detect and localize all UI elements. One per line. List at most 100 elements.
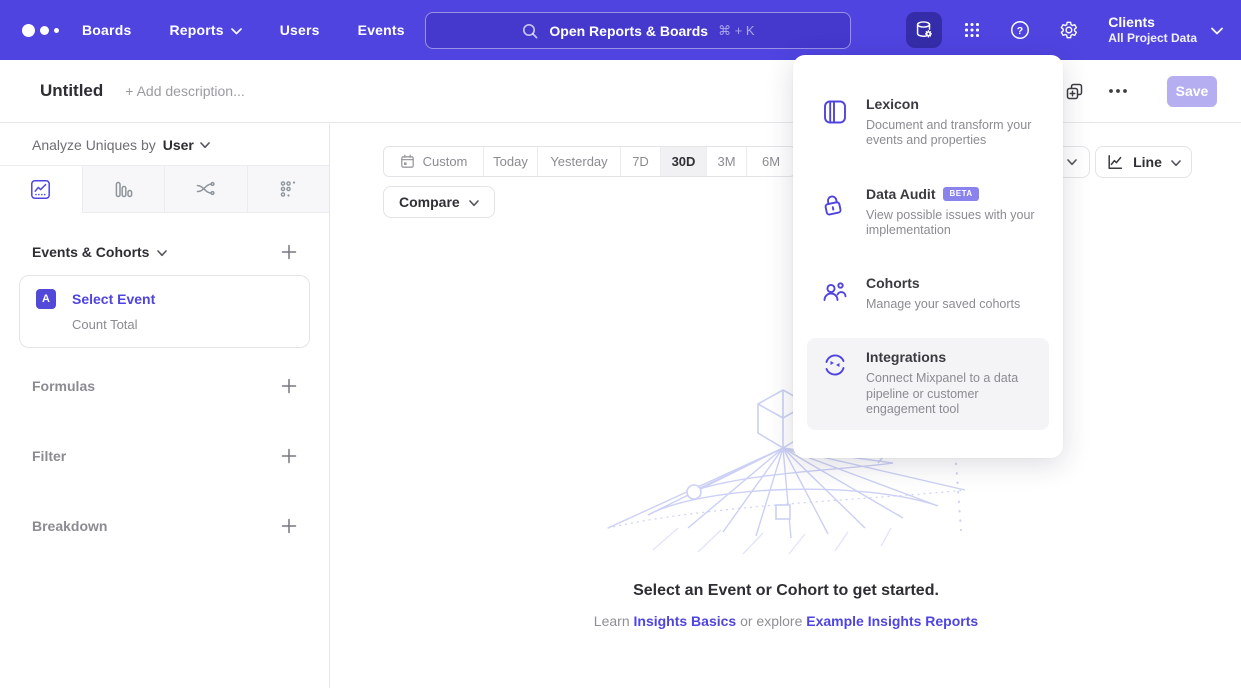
top-navbar: Boards Reports Users Events Open Reports… bbox=[0, 0, 1241, 60]
date-range-6m[interactable]: 6M bbox=[747, 147, 795, 176]
event-aggregation-dropdown[interactable]: Count Total bbox=[72, 317, 293, 332]
database-gear-icon bbox=[913, 19, 935, 41]
lexicon-book-icon bbox=[821, 98, 849, 126]
filter-label: Filter bbox=[32, 448, 66, 464]
analyze-entity-value: User bbox=[163, 137, 194, 153]
plus-icon bbox=[281, 448, 297, 464]
example-reports-link[interactable]: Example Insights Reports bbox=[806, 613, 978, 629]
add-event-button[interactable] bbox=[279, 242, 299, 262]
add-filter-button[interactable] bbox=[279, 446, 299, 466]
menu-item-description: Connect Mixpanel to a data pipeline or c… bbox=[866, 371, 1035, 417]
mixpanel-logo[interactable] bbox=[22, 24, 68, 37]
date-range-label: 7D bbox=[632, 154, 649, 169]
formulas-section[interactable]: Formulas bbox=[0, 372, 329, 400]
select-event-button[interactable]: Select Event bbox=[72, 291, 155, 307]
date-range-custom[interactable]: Custom bbox=[384, 147, 484, 176]
search-shortcut: ⌘ + K bbox=[718, 23, 755, 39]
tab-flow-chart[interactable] bbox=[165, 166, 248, 212]
bar-chart-icon bbox=[113, 179, 134, 200]
settings-button[interactable] bbox=[1050, 12, 1086, 48]
chevron-down-icon bbox=[1211, 27, 1223, 35]
formulas-label: Formulas bbox=[32, 378, 95, 394]
report-title[interactable]: Untitled bbox=[40, 81, 103, 101]
save-button[interactable]: Save bbox=[1167, 76, 1217, 107]
filter-section[interactable]: Filter bbox=[0, 442, 329, 470]
integrations-sync-icon bbox=[821, 351, 849, 379]
org-name: Clients bbox=[1108, 14, 1197, 32]
nav-item-label: Events bbox=[358, 22, 405, 38]
cohorts-people-icon bbox=[821, 277, 849, 305]
date-range-label: 30D bbox=[672, 154, 696, 169]
plus-icon bbox=[281, 518, 297, 534]
grid-icon bbox=[961, 19, 983, 41]
date-range-label: 6M bbox=[762, 154, 780, 169]
data-audit-lock-icon bbox=[816, 188, 849, 221]
project-switcher[interactable]: Clients All Project Data bbox=[1108, 14, 1223, 47]
date-range-control: Custom Today Yesterday 7D 30D 3M 6M bbox=[383, 146, 796, 177]
help-button[interactable]: ? bbox=[1002, 12, 1038, 48]
tab-metrics-grid[interactable] bbox=[248, 166, 330, 212]
tab-bar-chart[interactable] bbox=[83, 166, 166, 212]
data-management-button[interactable] bbox=[906, 12, 942, 48]
compare-dropdown[interactable]: Compare bbox=[383, 186, 495, 218]
compare-label: Compare bbox=[399, 194, 460, 210]
chevron-down-icon bbox=[469, 200, 479, 207]
chevron-down-icon bbox=[1067, 159, 1077, 166]
date-range-3m[interactable]: 3M bbox=[707, 147, 747, 176]
analyze-label: Analyze Uniques by bbox=[32, 137, 156, 153]
menu-item-description: Manage your saved cohorts bbox=[866, 297, 1035, 312]
menu-item-lexicon[interactable]: Lexicon Document and transform your even… bbox=[807, 85, 1049, 162]
tab-line-chart[interactable] bbox=[0, 166, 83, 212]
chart-style-dropdown[interactable]: Line bbox=[1095, 146, 1192, 178]
date-range-today[interactable]: Today bbox=[484, 147, 538, 176]
more-options-button[interactable] bbox=[1101, 74, 1135, 108]
empty-state-subtitle: Learn Insights Basics or explore Example… bbox=[331, 613, 1241, 629]
query-builder-sidebar: Analyze Uniques by User bbox=[0, 124, 330, 688]
chevron-down-icon bbox=[200, 142, 210, 149]
project-name: All Project Data bbox=[1108, 31, 1197, 46]
menu-item-title: Data Audit bbox=[866, 186, 935, 202]
apps-grid-button[interactable] bbox=[954, 12, 990, 48]
breakdown-section[interactable]: Breakdown bbox=[0, 512, 329, 540]
date-range-30d[interactable]: 30D bbox=[661, 147, 707, 176]
menu-item-title: Cohorts bbox=[866, 275, 920, 291]
menu-item-description: Document and transform your events and p… bbox=[866, 118, 1035, 149]
nav-item-users[interactable]: Users bbox=[280, 14, 320, 46]
nav-item-boards[interactable]: Boards bbox=[82, 14, 131, 46]
line-chart-icon bbox=[1106, 153, 1124, 171]
add-formula-button[interactable] bbox=[279, 376, 299, 396]
menu-item-data-audit[interactable]: Data Audit BETA View possible issues wit… bbox=[807, 175, 1049, 252]
empty-state-title: Select an Event or Cohort to get started… bbox=[331, 582, 1241, 600]
analyze-entity-dropdown[interactable]: User bbox=[163, 137, 210, 153]
menu-item-title: Integrations bbox=[866, 349, 946, 365]
chart-type-tabs bbox=[0, 165, 329, 213]
event-row-card[interactable]: A Select Event Count Total bbox=[19, 275, 310, 348]
event-letter-badge: A bbox=[36, 289, 56, 309]
chart-style-label: Line bbox=[1133, 154, 1162, 170]
search-placeholder: Open Reports & Boards bbox=[549, 23, 708, 39]
report-description-placeholder[interactable]: + Add description... bbox=[125, 83, 244, 99]
ellipsis-icon bbox=[1108, 88, 1128, 94]
data-management-dropdown: Lexicon Document and transform your even… bbox=[793, 55, 1063, 458]
date-range-label: Custom bbox=[423, 154, 468, 169]
menu-item-integrations[interactable]: Integrations Connect Mixpanel to a data … bbox=[807, 338, 1049, 430]
nav-item-label: Boards bbox=[82, 22, 131, 38]
date-range-yesterday[interactable]: Yesterday bbox=[538, 147, 621, 176]
beta-badge: BETA bbox=[943, 187, 978, 201]
nav-item-reports[interactable]: Reports bbox=[169, 14, 241, 46]
menu-item-cohorts[interactable]: Cohorts Manage your saved cohorts bbox=[807, 264, 1049, 325]
nav-item-label: Users bbox=[280, 22, 320, 38]
nav-item-events[interactable]: Events bbox=[358, 14, 405, 46]
global-search-input[interactable]: Open Reports & Boards ⌘ + K bbox=[425, 12, 851, 49]
events-cohorts-header[interactable]: Events & Cohorts bbox=[32, 244, 167, 260]
search-icon bbox=[521, 22, 539, 40]
calendar-icon bbox=[400, 154, 415, 169]
date-range-label: Today bbox=[493, 154, 528, 169]
chevron-down-icon bbox=[1171, 160, 1181, 167]
chart-canvas: Custom Today Yesterday 7D 30D 3M 6M Comp… bbox=[331, 124, 1241, 688]
insights-basics-link[interactable]: Insights Basics bbox=[634, 613, 737, 629]
flow-icon bbox=[195, 179, 216, 200]
events-cohorts-label: Events & Cohorts bbox=[32, 244, 149, 260]
date-range-7d[interactable]: 7D bbox=[621, 147, 661, 176]
add-breakdown-button[interactable] bbox=[279, 516, 299, 536]
